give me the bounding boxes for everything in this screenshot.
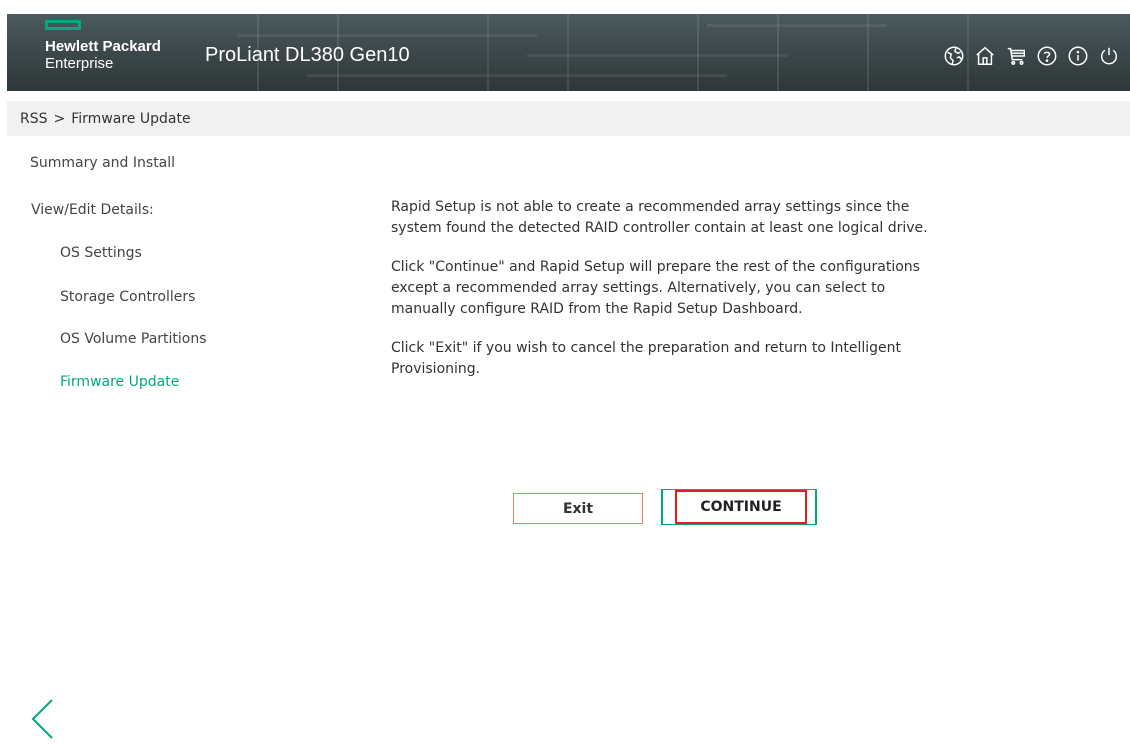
power-icon[interactable] — [1095, 42, 1122, 69]
hpe-logo: Hewlett Packard Enterprise — [45, 20, 161, 72]
raid-warning-message: Rapid Setup is not able to create a reco… — [391, 197, 951, 398]
help-icon[interactable] — [1033, 42, 1060, 69]
continue-button[interactable]: CONTINUE — [675, 490, 807, 524]
logo-text-line2: Enterprise — [45, 55, 114, 72]
breadcrumb-rss-link[interactable]: RSS — [20, 111, 48, 127]
header-bar: Hewlett Packard Enterprise ProLiant DL38… — [7, 14, 1130, 91]
exit-button[interactable]: Exit — [513, 493, 643, 524]
sidebar-item-os-settings[interactable]: OS Settings — [60, 245, 142, 261]
cart-icon[interactable] — [1002, 42, 1029, 69]
product-title: ProLiant DL380 Gen10 — [205, 44, 410, 66]
message-paragraph-2: Click "Continue" and Rapid Setup will pr… — [391, 259, 920, 317]
sidebar-summary-and-install[interactable]: Summary and Install — [30, 155, 175, 171]
sidebar-item-firmware-update[interactable]: Firmware Update — [60, 374, 179, 390]
language-icon[interactable] — [940, 42, 967, 69]
hpe-logo-element — [45, 20, 81, 30]
sidebar-item-storage-controllers[interactable]: Storage Controllers — [60, 289, 195, 305]
logo-text-line1: Hewlett Packard — [45, 38, 161, 55]
breadcrumb-separator: > — [53, 111, 66, 127]
back-arrow-icon[interactable] — [28, 697, 58, 741]
breadcrumb-current: Firmware Update — [71, 111, 191, 127]
info-icon[interactable] — [1064, 42, 1091, 69]
breadcrumb: RSS > Firmware Update — [20, 111, 191, 127]
message-paragraph-1: Rapid Setup is not able to create a reco… — [391, 199, 928, 236]
message-paragraph-3: Click "Exit" if you wish to cancel the p… — [391, 340, 901, 377]
home-icon[interactable] — [971, 42, 998, 69]
top-strip — [0, 0, 1130, 14]
sidebar-item-os-volume-partitions[interactable]: OS Volume Partitions — [60, 331, 207, 347]
sidebar-details-heading: View/Edit Details: — [31, 202, 154, 218]
header-icons — [940, 42, 1122, 69]
breadcrumb-bar: RSS > Firmware Update — [7, 101, 1130, 136]
